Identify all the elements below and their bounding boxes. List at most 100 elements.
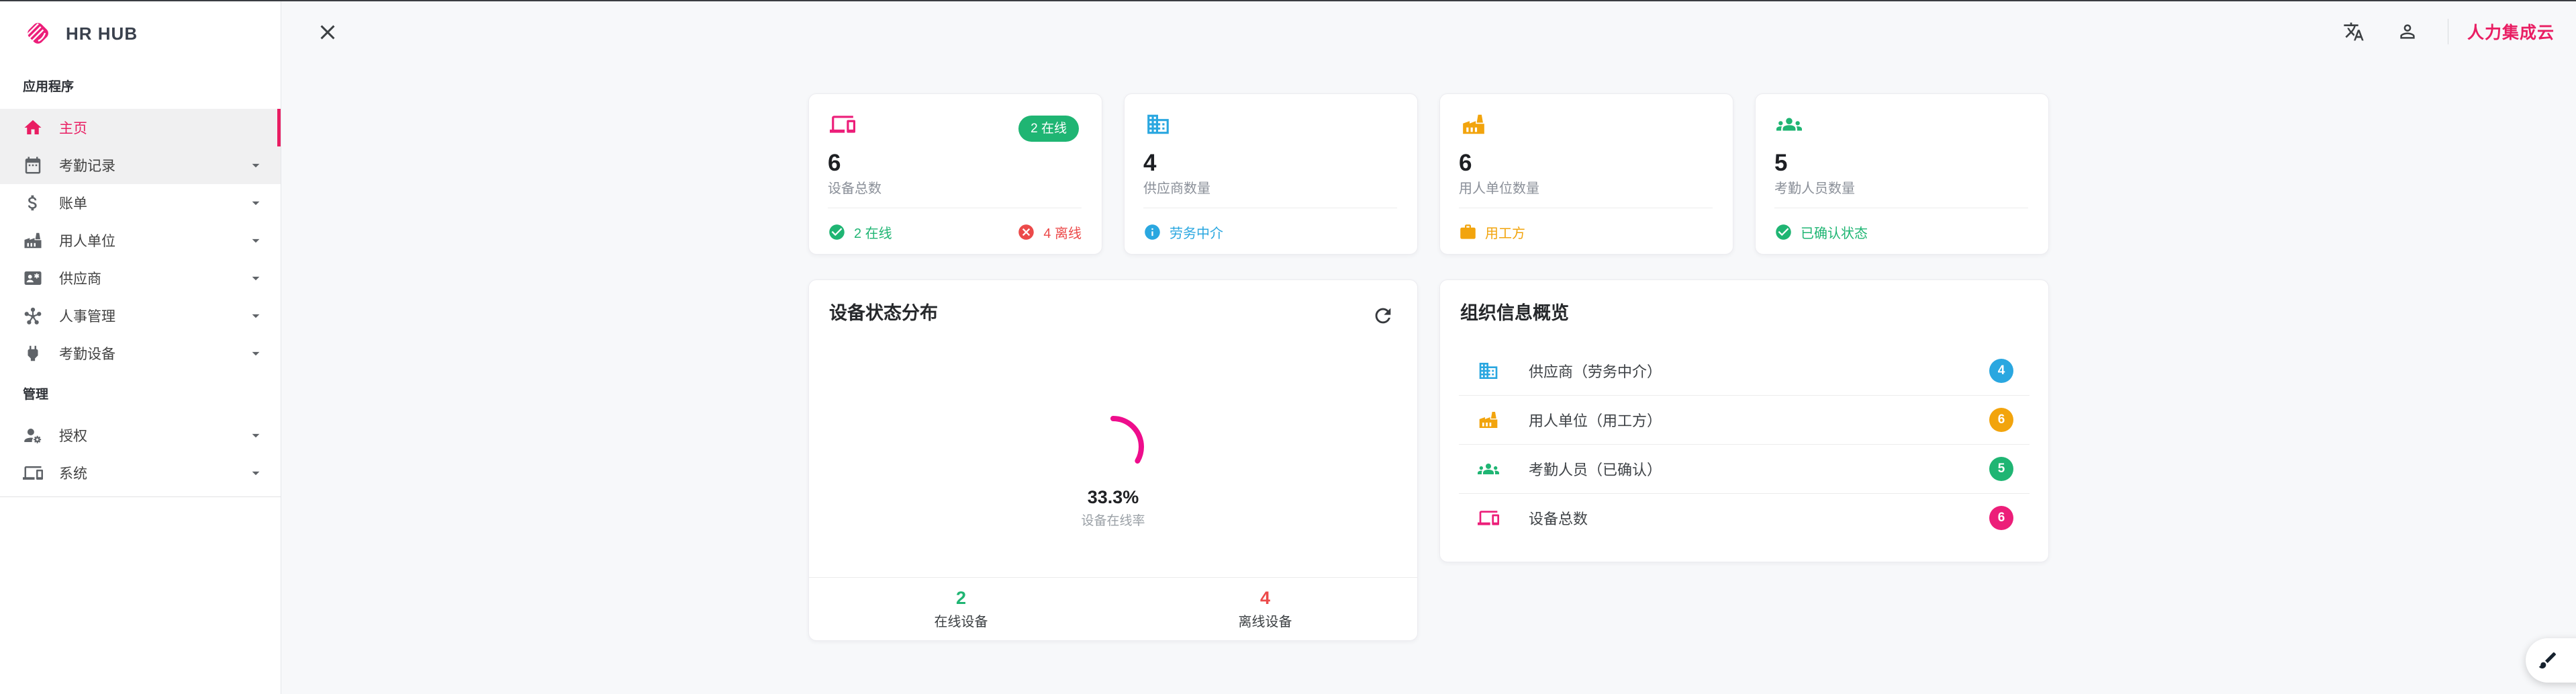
status-text: 劳务中介 <box>1170 222 1223 242</box>
sidebar-section-admin: 管理 <box>0 387 281 403</box>
stat-card-suppliers: 4 供应商数量 劳务中介 <box>1124 93 1418 255</box>
online-rate-percent: 33.3% <box>1088 487 1139 507</box>
stat-footer: 劳务中介 <box>1143 208 1397 255</box>
handshake-logo-icon <box>23 19 54 48</box>
offline-devices-label: 离线设备 <box>1239 611 1292 630</box>
stat-card-personnel: 5 考勤人员数量 已确认状态 <box>1755 93 2049 255</box>
sidebar-item-label: 账单 <box>59 193 87 213</box>
main-content: 2 在线 6 设备总数 2 在线 4 离线 4 供应商数量 <box>808 93 2049 641</box>
groups-icon <box>1478 458 1499 480</box>
sidebar: HR HUB 应用程序 主页 考勤记录 账单 用人单位 供应商 <box>0 1 281 694</box>
online-devices-count: 2 <box>956 589 966 607</box>
factory-icon <box>1459 112 1488 137</box>
list-item-suppliers[interactable]: 供应商（劳务中介） 4 <box>1440 346 2048 395</box>
offline-devices-count: 4 <box>1260 589 1270 607</box>
factory-icon <box>1478 409 1499 431</box>
window-top-border <box>0 0 2576 1</box>
sidebar-item-attendance-records[interactable]: 考勤记录 <box>0 146 281 184</box>
stat-label: 考勤人员数量 <box>1774 181 2028 197</box>
power-plug-icon <box>23 343 43 363</box>
sidebar-item-hr-management[interactable]: 人事管理 <box>0 297 281 335</box>
list-item-devices[interactable]: 设备总数 6 <box>1440 493 2048 542</box>
second-row: 设备状态分布 33.3% 设备在线率 2 在线设备 4 离线设备 <box>808 279 2049 641</box>
check-circle-icon <box>828 223 846 241</box>
customizer-fab[interactable] <box>2526 638 2576 683</box>
chart-footer: 2 在线设备 4 离线设备 <box>809 577 1417 640</box>
org-overview-title: 组织信息概览 <box>1440 280 2048 323</box>
chevron-down-icon <box>247 232 265 249</box>
info-circle-icon <box>1143 223 1161 241</box>
refresh-icon[interactable] <box>1372 304 1394 327</box>
account-icon[interactable] <box>2397 21 2418 42</box>
brand-name: 人力集成云 <box>2467 19 2555 44</box>
devices-icon <box>23 463 43 483</box>
sidebar-item-label: 考勤设备 <box>59 343 115 363</box>
groups-icon <box>1774 112 1804 137</box>
sidebar-item-label: 用人单位 <box>59 230 115 251</box>
factory-icon <box>23 230 43 251</box>
app-title: HR HUB <box>66 24 138 44</box>
status-text: 2 在线 <box>854 222 892 242</box>
brush-icon <box>2537 650 2559 671</box>
stat-label: 设备总数 <box>828 181 1082 197</box>
sidebar-item-system[interactable]: 系统 <box>0 454 281 492</box>
list-item-label: 设备总数 <box>1529 507 1588 529</box>
list-item-employers[interactable]: 用人单位（用工方） 6 <box>1440 395 2048 444</box>
list-item-label: 用人单位（用工方） <box>1529 409 1662 431</box>
sidebar-item-label: 系统 <box>59 463 87 483</box>
stat-card-employers: 6 用人单位数量 用工方 <box>1439 93 1733 255</box>
logo: HR HUB <box>0 1 281 48</box>
dollar-icon <box>23 193 43 213</box>
list-item-personnel[interactable]: 考勤人员（已确认） 5 <box>1440 444 2048 493</box>
sidebar-nav-apps: 主页 考勤记录 账单 用人单位 供应商 人事管理 考勤 <box>0 109 281 372</box>
cancel-circle-icon <box>1017 223 1035 241</box>
hub-icon <box>23 306 43 326</box>
sidebar-item-bills[interactable]: 账单 <box>0 184 281 222</box>
list-item-label: 供应商（劳务中介） <box>1529 360 1662 382</box>
stat-footer: 已确认状态 <box>1774 208 2028 255</box>
org-list: 供应商（劳务中介） 4 用人单位（用工方） 6 考勤人员（已确认） 5 设备总数 <box>1440 346 2048 542</box>
count-badge: 4 <box>1989 359 2013 383</box>
sidebar-item-label: 考勤记录 <box>59 155 115 175</box>
chevron-down-icon <box>247 269 265 287</box>
home-icon <box>23 118 43 138</box>
devices-icon <box>1478 507 1499 529</box>
stat-card-devices: 2 在线 6 设备总数 2 在线 4 离线 <box>808 93 1102 255</box>
count-badge: 6 <box>1989 506 2013 530</box>
status-text: 已确认状态 <box>1801 222 1868 242</box>
donut-chart: 33.3% 设备在线率 <box>809 413 1417 529</box>
chart-title: 设备状态分布 <box>809 280 1417 323</box>
sidebar-section-apps: 应用程序 <box>0 79 281 95</box>
chevron-down-icon <box>247 427 265 444</box>
count-badge: 5 <box>1989 457 2013 481</box>
stat-value: 4 <box>1143 150 1397 177</box>
chevron-down-icon <box>247 307 265 324</box>
offline-devices-stat: 4 离线设备 <box>1113 578 1417 640</box>
translate-icon[interactable] <box>2343 21 2365 42</box>
online-status: 2 在线 <box>828 222 892 242</box>
online-devices-label: 在线设备 <box>935 611 988 630</box>
contact-card-icon <box>23 268 43 288</box>
sidebar-item-authorization[interactable]: 授权 <box>0 417 281 454</box>
building-icon <box>1143 112 1173 137</box>
sidebar-item-employers[interactable]: 用人单位 <box>0 222 281 259</box>
sidebar-item-attendance-devices[interactable]: 考勤设备 <box>0 335 281 372</box>
topbar-actions: 人力集成云 <box>2343 0 2555 63</box>
donut-arc <box>1080 413 1147 480</box>
status-text: 用工方 <box>1485 222 1525 242</box>
stat-label: 供应商数量 <box>1143 181 1397 197</box>
chevron-down-icon <box>247 464 265 482</box>
sidebar-nav-admin: 授权 系统 <box>0 417 281 492</box>
stat-footer: 2 在线 4 离线 <box>828 208 1082 255</box>
stat-value: 6 <box>828 150 1082 177</box>
stat-value: 6 <box>1459 150 1713 177</box>
stat-footer: 用工方 <box>1459 208 1713 255</box>
status-text: 4 离线 <box>1043 222 1082 242</box>
offline-status: 4 离线 <box>1017 222 1082 242</box>
close-icon[interactable] <box>316 20 340 44</box>
sidebar-item-home[interactable]: 主页 <box>0 109 281 146</box>
sidebar-item-suppliers[interactable]: 供应商 <box>0 259 281 297</box>
supplier-type: 劳务中介 <box>1143 222 1223 242</box>
confirmed-status: 已确认状态 <box>1774 222 1868 242</box>
check-circle-icon <box>1774 223 1793 241</box>
